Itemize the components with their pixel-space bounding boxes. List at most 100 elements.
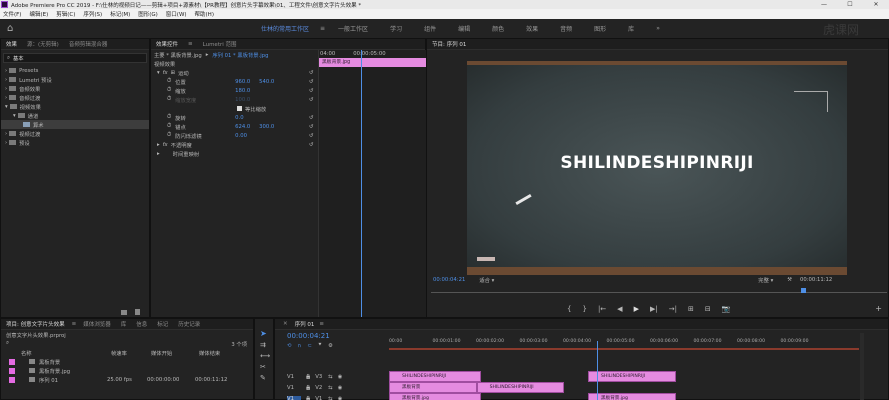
mark-in-button[interactable]: { — [567, 305, 571, 313]
menu-window[interactable]: 窗口(W) — [166, 10, 187, 18]
project-item-row[interactable]: 黑板背景.jpg — [1, 366, 253, 375]
property-value-1[interactable]: 0.00 — [235, 133, 259, 139]
new-bin-icon[interactable] — [121, 310, 127, 315]
workspace-overflow-icon[interactable]: » — [645, 25, 671, 32]
timeline-clip[interactable]: 黑板背景.jpg — [588, 393, 676, 400]
export-frame-button[interactable]: 📷 — [722, 305, 731, 313]
timeline-timecode[interactable]: 00:00:04:21 — [287, 332, 330, 340]
menu-file[interactable]: 文件(F) — [3, 10, 21, 18]
workspace-tab-editing[interactable]: 编辑 — [447, 24, 481, 33]
workspace-tab-assembly[interactable]: 组件 — [413, 24, 447, 33]
chevron-right-icon[interactable]: › — [5, 86, 7, 92]
property-value-1[interactable]: 0.0 — [235, 115, 259, 121]
sync-lock-icon[interactable]: ⇆ — [328, 374, 332, 380]
workspace-menu-icon[interactable]: ≡ — [320, 25, 327, 32]
tab-project[interactable]: 项目: 创意文字片头效果 — [1, 320, 70, 328]
tab-effects[interactable]: 效果 — [1, 40, 22, 48]
chevron-down-icon[interactable]: ▾ — [13, 113, 16, 119]
add-marker-icon[interactable]: ⯆ — [318, 342, 322, 349]
eye-icon[interactable]: ◉ — [338, 385, 343, 391]
menu-graphics[interactable]: 图形(G) — [138, 10, 158, 18]
stopwatch-icon[interactable]: ⏱ — [167, 132, 171, 139]
label-color-swatch[interactable] — [9, 367, 15, 374]
reset-icon[interactable]: ↺ — [309, 133, 313, 139]
eye-icon[interactable]: ◉ — [338, 374, 343, 380]
chevron-right-icon[interactable]: › — [5, 95, 7, 101]
track-target[interactable]: V1 — [287, 374, 301, 380]
reset-icon[interactable]: ↺ — [309, 70, 313, 76]
col-media-end[interactable]: 媒体结束 — [199, 349, 220, 357]
tab-lumetri-scopes[interactable]: Lumetri 范围 — [198, 40, 242, 48]
effects-search-input[interactable]: 基本 — [13, 54, 24, 62]
tab-info[interactable]: 信息 — [131, 320, 152, 328]
collapse-arrow-icon[interactable]: ▾ — [157, 70, 160, 76]
col-name[interactable]: 名称 — [21, 349, 111, 357]
program-monitor-title[interactable]: 节目: 序列 01 — [427, 40, 471, 48]
col-fps[interactable]: 帧速率 — [111, 349, 151, 357]
tab-effect-controls[interactable]: 效果控件 — [151, 40, 183, 48]
timeline-clip[interactable]: SHILINDESHIPINRIJI — [476, 382, 565, 393]
label-color-swatch[interactable] — [9, 376, 15, 383]
close-icon[interactable]: ✕ — [275, 321, 290, 327]
stopwatch-icon[interactable]: ⏱ — [167, 96, 171, 103]
minimize-button[interactable]: — — [811, 0, 837, 9]
lock-icon[interactable]: 🔒 — [305, 385, 311, 391]
expand-arrow-icon[interactable]: ▸ — [157, 142, 160, 148]
timeline-clip[interactable]: 黑板背景 — [389, 382, 477, 393]
menu-edit[interactable]: 编辑(E) — [29, 10, 48, 18]
effects-tree-item[interactable]: › Presets — [1, 66, 149, 75]
track-target[interactable]: V1 — [287, 385, 301, 391]
mini-playhead[interactable] — [361, 50, 362, 317]
tab-source[interactable]: 源：(无剪辑) — [22, 40, 64, 48]
wrench-icon[interactable]: ⚒ — [787, 277, 792, 283]
menu-markers[interactable]: 标记(M) — [110, 10, 130, 18]
uniform-scale-checkbox[interactable] — [237, 106, 242, 111]
tab-media-browser[interactable]: 媒体浏览器 — [78, 320, 116, 328]
motion-transform-icon[interactable]: ⊞ — [171, 70, 175, 76]
stopwatch-icon[interactable]: ⏱ — [167, 87, 171, 94]
timeline-clip[interactable]: 黑板背景.jpg — [389, 393, 481, 400]
eye-icon[interactable]: ◉ — [338, 396, 343, 400]
chevron-right-icon[interactable]: › — [5, 68, 7, 74]
sequence-clip-label[interactable]: 序列 01 * 黑板背景.jpg — [212, 51, 268, 59]
timeline-playhead[interactable] — [597, 341, 598, 400]
label-color-swatch[interactable] — [9, 358, 15, 365]
master-clip-label[interactable]: 主要 * 黑板背景.jpg — [154, 51, 202, 59]
effects-search-box[interactable]: ⌕ 基本 — [3, 53, 147, 63]
workspace-tab-audio[interactable]: 音频 — [549, 24, 583, 33]
tab-menu-icon[interactable]: ≡ — [183, 41, 198, 47]
program-scrubber[interactable] — [431, 288, 887, 293]
workspace-tab-graphics[interactable]: 图形 — [583, 24, 617, 33]
pen-tool-icon[interactable]: ✎ — [260, 374, 273, 382]
fit-dropdown[interactable]: 适合 ▾ — [479, 276, 494, 284]
stopwatch-icon[interactable]: ⏱ — [167, 114, 171, 121]
expand-arrow-icon[interactable]: ▸ — [157, 151, 160, 157]
chevron-down-icon[interactable]: ▾ — [5, 104, 8, 110]
tab-libraries[interactable]: 库 — [116, 320, 132, 328]
mini-clip-bar[interactable]: 黑板背景.jpg — [319, 58, 426, 67]
tab-audio-mixer[interactable]: 音频剪辑混合器 — [64, 40, 113, 48]
add-button[interactable]: + — [875, 304, 882, 313]
stopwatch-icon[interactable]: ⏱ — [167, 78, 171, 85]
track-header[interactable]: V1 🔒 V1 ⇆ ◉ — [275, 393, 389, 400]
nest-icon[interactable]: ⟲ — [287, 343, 291, 349]
sync-lock-icon[interactable]: ⇆ — [328, 396, 332, 400]
close-button[interactable]: ✕ — [863, 0, 889, 9]
menu-help[interactable]: 帮助(H) — [195, 10, 214, 18]
workspace-tab-custom[interactable]: 仕林的常用工作区 — [250, 24, 320, 33]
workspace-tab-effects[interactable]: 效果 — [515, 24, 549, 33]
timeline-vertical-scrollbar[interactable] — [860, 333, 864, 400]
program-playhead[interactable] — [801, 288, 806, 293]
reset-icon[interactable]: ↺ — [309, 124, 313, 130]
effects-tree-item[interactable]: › 视频过渡 — [1, 129, 149, 138]
quality-dropdown[interactable]: 完整 ▾ — [758, 276, 773, 284]
sync-lock-icon[interactable]: ⇆ — [328, 385, 332, 391]
property-value-2[interactable]: 540.0 — [259, 79, 274, 85]
extract-button[interactable]: ⊟ — [705, 305, 711, 313]
tab-sequence[interactable]: 序列 01 — [290, 320, 320, 328]
reset-icon[interactable]: ↺ — [309, 142, 313, 148]
stopwatch-icon[interactable]: ⏱ — [167, 123, 171, 130]
play-button[interactable]: ▶ — [634, 305, 639, 313]
reset-icon[interactable]: ↺ — [309, 88, 313, 94]
timeline-clip[interactable]: SHILINDESHIPINRIJI — [389, 371, 481, 382]
